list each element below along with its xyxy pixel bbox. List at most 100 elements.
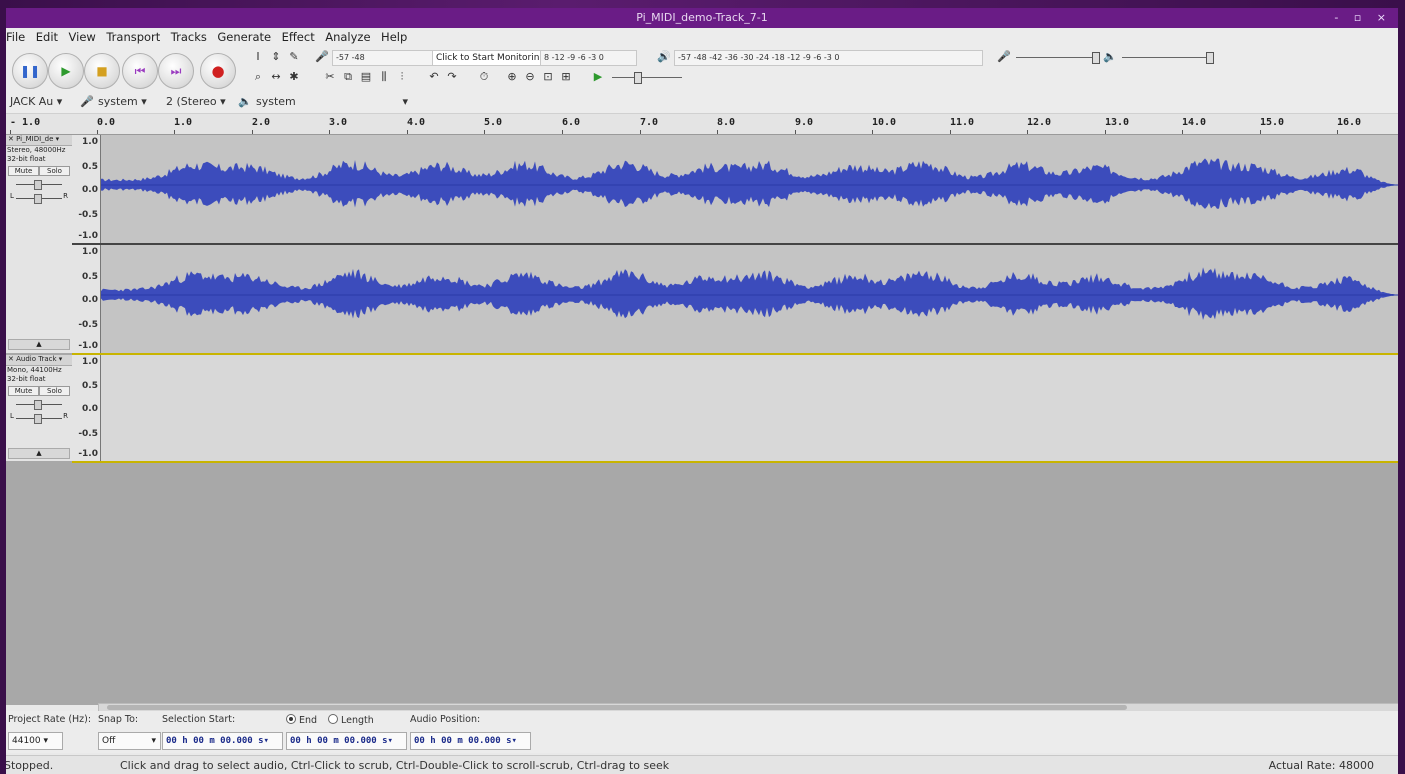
fit-selection-icon[interactable]: ⊡ <box>540 69 556 85</box>
status-bar: Stopped. Click and drag to select audio,… <box>6 755 1398 774</box>
menu-tracks[interactable]: Tracks <box>171 30 207 44</box>
stop-button[interactable]: ■ <box>84 53 120 89</box>
waveform-right-channel[interactable] <box>101 245 1398 353</box>
play-at-speed-icon[interactable]: ▶ <box>590 69 606 85</box>
length-radio-label: Length <box>341 715 374 726</box>
selection-end-field[interactable]: 00 h 00 m 00.000 s▾ <box>286 732 407 750</box>
menu-file[interactable]: File <box>6 30 25 44</box>
audio-position-field[interactable]: 00 h 00 m 00.000 s▾ <box>410 732 531 750</box>
pan-slider[interactable]: LR <box>10 412 68 424</box>
record-icon: ● <box>211 62 225 80</box>
project-rate-select[interactable]: 44100 ▾ <box>8 732 63 750</box>
record-button[interactable]: ● <box>200 53 236 89</box>
ruler-tick: 2.0 <box>252 117 271 134</box>
trim-icon[interactable]: ⫼ <box>376 69 392 85</box>
paste-icon[interactable]: ▤ <box>358 69 374 85</box>
track-name-menu[interactable]: ✕ Pi_MIDI_de ▾ <box>6 135 72 146</box>
waveform-left-channel[interactable] <box>101 135 1398 243</box>
start-monitoring-button[interactable]: Click to Start Monitoring <box>432 50 545 66</box>
device-toolbar: JACK Au ▾ 🎤 system ▾ 2 (Stereo ▾ 🔈 syste… <box>6 92 1398 114</box>
audio-host-select[interactable]: JACK Au ▾ <box>8 94 74 110</box>
window-controls[interactable]: - ▫ × <box>1334 8 1392 28</box>
selection-start-field[interactable]: 00 h 00 m 00.000 s▾ <box>162 732 283 750</box>
ruler-tick: 5.0 <box>484 117 503 134</box>
gain-slider[interactable] <box>10 178 68 190</box>
length-radio[interactable]: Length <box>328 714 374 726</box>
skip-end-button[interactable]: ⏭ <box>158 53 194 89</box>
menu-view[interactable]: View <box>69 30 96 44</box>
ruler-tick: - 1.0 <box>10 117 41 134</box>
selection-tool-icon[interactable]: I <box>250 49 266 65</box>
solo-button[interactable]: Solo <box>39 386 70 396</box>
sync-lock-icon[interactable]: ⏱ <box>476 69 492 85</box>
pan-slider[interactable]: LR <box>10 192 68 204</box>
channels-select[interactable]: 2 (Stereo ▾ <box>164 94 234 110</box>
scrollbar-thumb[interactable] <box>107 705 1127 710</box>
track-control-panel: ✕ Audio Track ▾ Mono, 44100Hz 32-bit flo… <box>6 355 73 461</box>
zoom-in-icon[interactable]: ⊕ <box>504 69 520 85</box>
scale-label: -1.0 <box>78 231 98 241</box>
timeline-ruler[interactable]: - 1.0 0.0 1.0 2.0 3.0 4.0 5.0 6.0 7.0 8.… <box>6 114 1398 135</box>
track-divider <box>72 461 1398 463</box>
skip-start-button[interactable]: ⏮ <box>122 53 158 89</box>
cut-icon[interactable]: ✂ <box>322 69 338 85</box>
draw-tool-icon[interactable]: ✎ <box>286 49 302 65</box>
record-meter-scale: -57 -48 <box>332 50 437 66</box>
ruler-tick: 14.0 <box>1182 117 1207 134</box>
play-speed-knob[interactable] <box>634 72 642 84</box>
envelope-tool-icon[interactable]: ⇕ <box>268 49 284 65</box>
selection-end-value: 00 h 00 m 00.000 s <box>290 736 388 746</box>
menu-edit[interactable]: Edit <box>36 30 58 44</box>
silence-icon[interactable]: ⫶ <box>394 69 410 85</box>
mute-button[interactable]: Mute <box>8 166 39 176</box>
menu-generate[interactable]: Generate <box>217 30 271 44</box>
gain-slider[interactable] <box>10 398 68 410</box>
redo-icon[interactable]: ↷ <box>444 69 460 85</box>
playback-meter-icon: 🔊 <box>657 50 671 63</box>
menu-analyze[interactable]: Analyze <box>325 30 370 44</box>
scale-label: 1.0 <box>82 137 98 147</box>
vertical-scale[interactable]: 1.0 0.5 0.0 -0.5 -1.0 <box>72 245 101 353</box>
multi-tool-icon[interactable]: ✱ <box>286 69 302 85</box>
play-speed-slider[interactable] <box>612 77 682 78</box>
zoom-out-icon[interactable]: ⊖ <box>522 69 538 85</box>
end-radio-label: End <box>299 715 318 726</box>
undo-icon[interactable]: ↶ <box>426 69 442 85</box>
toolbar: ❚❚ ▶ ■ ⏮ ⏭ ● I ⇕ ✎ ⌕ ↔ ✱ 🎤 -57 -48 Click… <box>6 46 1398 93</box>
menu-help[interactable]: Help <box>381 30 407 44</box>
timeshift-tool-icon[interactable]: ↔ <box>268 69 284 85</box>
playback-device-select[interactable]: system ▾ <box>254 94 412 110</box>
skip-start-icon: ⏮ <box>134 63 146 78</box>
zoom-tool-icon[interactable]: ⌕ <box>250 69 266 85</box>
copy-icon[interactable]: ⧉ <box>340 69 356 85</box>
record-device-select[interactable]: system ▾ <box>96 94 160 110</box>
scale-label: -1.0 <box>78 449 98 459</box>
end-radio[interactable]: End <box>286 714 317 726</box>
audacity-window: Pi_MIDI_demo-Track_7-1 - ▫ × File Edit V… <box>6 8 1398 774</box>
empty-audio-track[interactable] <box>101 355 1398 461</box>
fit-project-icon[interactable]: ⊞ <box>558 69 574 85</box>
playback-volume-knob[interactable] <box>1206 52 1214 64</box>
ruler-tick: 4.0 <box>407 117 426 134</box>
track-name: Audio Track <box>16 355 57 363</box>
play-button[interactable]: ▶ <box>48 53 84 89</box>
snap-to-select[interactable]: Off ▾ <box>98 732 161 750</box>
pause-icon: ❚❚ <box>19 64 41 78</box>
pause-button[interactable]: ❚❚ <box>12 53 48 89</box>
track-panel: ✕ Pi_MIDI_de ▾ Stereo, 48000Hz 32-bit fl… <box>6 135 1398 705</box>
ruler-tick: 12.0 <box>1027 117 1052 134</box>
menu-transport[interactable]: Transport <box>106 30 160 44</box>
menu-effect[interactable]: Effect <box>282 30 315 44</box>
ruler-tick: 6.0 <box>562 117 581 134</box>
record-volume-knob[interactable] <box>1092 52 1100 64</box>
collapse-button[interactable]: ▲ <box>8 448 70 459</box>
skip-end-icon: ⏭ <box>170 63 182 78</box>
mute-button[interactable]: Mute <box>8 386 39 396</box>
solo-button[interactable]: Solo <box>39 166 70 176</box>
track-name-menu[interactable]: ✕ Audio Track ▾ <box>6 355 72 366</box>
playback-volume-slider[interactable] <box>1122 57 1212 58</box>
vertical-scale[interactable]: 1.0 0.5 0.0 -0.5 -1.0 <box>72 135 101 243</box>
vertical-scale[interactable]: 1.0 0.5 0.0 -0.5 -1.0 <box>72 355 101 461</box>
collapse-button[interactable]: ▲ <box>8 339 70 350</box>
record-volume-slider[interactable] <box>1016 57 1096 58</box>
